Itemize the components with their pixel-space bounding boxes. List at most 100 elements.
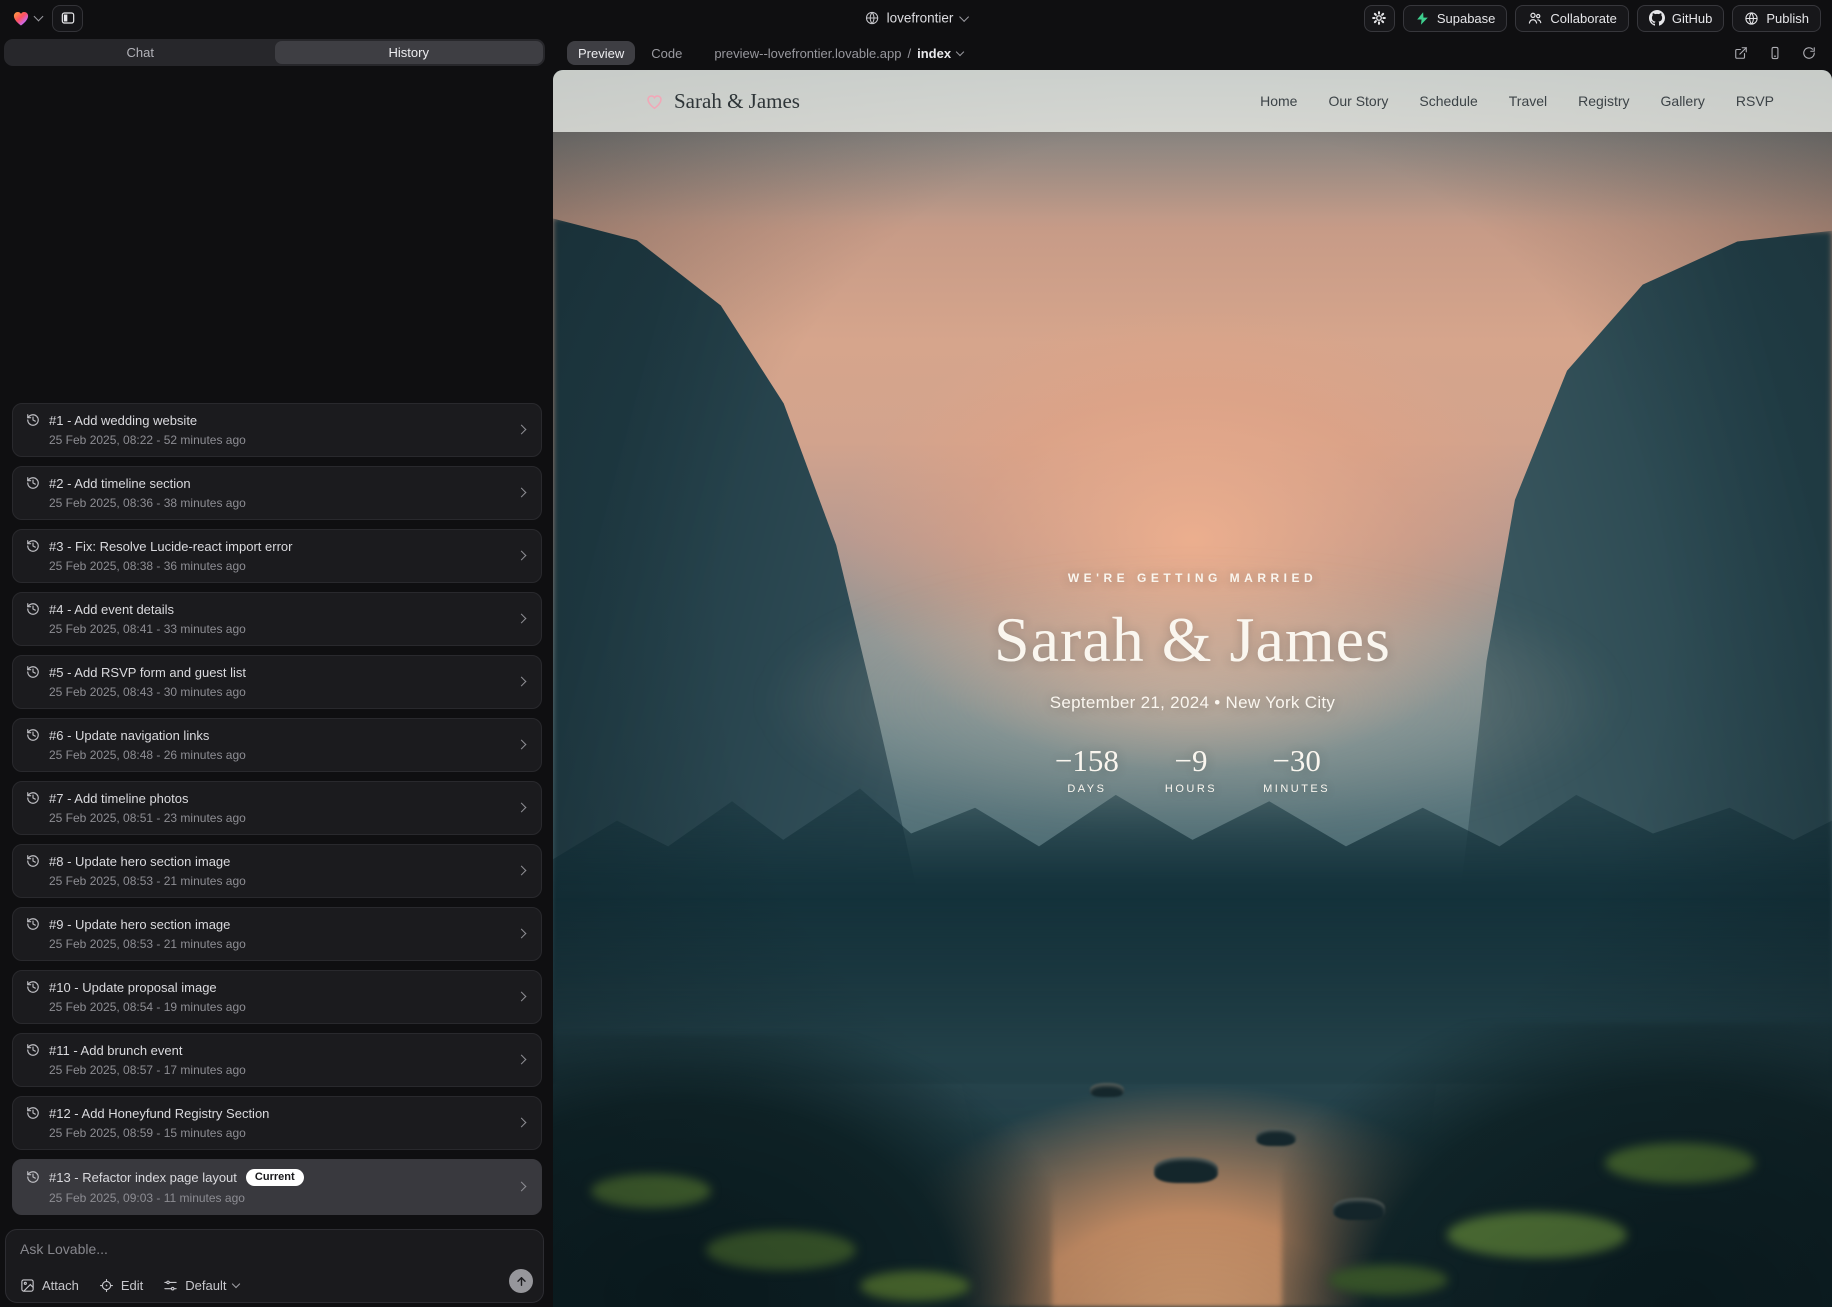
history-item[interactable]: #9 - Update hero section image 25 Feb 20… xyxy=(12,907,542,961)
mode-label: Default xyxy=(185,1278,226,1293)
preview-url[interactable]: preview--lovefrontier.lovable.app / inde… xyxy=(714,46,963,61)
smartphone-icon xyxy=(1768,46,1782,60)
chevron-right-icon xyxy=(517,613,527,623)
open-in-new-tab-button[interactable] xyxy=(1734,46,1748,60)
history-item-timestamp: 25 Feb 2025, 08:41 - 33 minutes ago xyxy=(49,622,507,636)
history-icon xyxy=(26,602,40,616)
attach-button[interactable]: Attach xyxy=(20,1278,79,1293)
history-item-timestamp: 25 Feb 2025, 08:53 - 21 minutes ago xyxy=(49,937,507,951)
chevron-right-icon xyxy=(517,1182,527,1192)
chevron-right-icon xyxy=(517,550,527,560)
chevron-right-icon xyxy=(517,865,527,875)
history-item[interactable]: #8 - Update hero section image 25 Feb 20… xyxy=(12,844,542,898)
history-item[interactable]: #1 - Add wedding website 25 Feb 2025, 08… xyxy=(12,403,542,457)
chevron-right-icon xyxy=(517,676,527,686)
history-item[interactable]: #3 - Fix: Resolve Lucide-react import er… xyxy=(12,529,542,583)
hero-title: Sarah & James xyxy=(553,603,1832,677)
countdown-value: −30 xyxy=(1263,743,1330,779)
chevron-down-icon xyxy=(232,1280,240,1288)
github-label: GitHub xyxy=(1672,11,1712,26)
panel-left-icon xyxy=(60,10,76,26)
history-icon xyxy=(26,917,40,931)
history-icon xyxy=(26,413,40,427)
top-bar: lovefrontier Supabase Collaborate xyxy=(0,0,1832,36)
sliders-icon xyxy=(163,1278,178,1293)
history-item-title: #12 - Add Honeyfund Registry Section xyxy=(49,1106,269,1121)
history-item-title: #4 - Add event details xyxy=(49,602,174,617)
history-item[interactable]: #2 - Add timeline section 25 Feb 2025, 0… xyxy=(12,466,542,520)
site-nav-link[interactable]: Gallery xyxy=(1661,93,1705,109)
countdown-item: −30 MINUTES xyxy=(1263,743,1330,795)
publish-button[interactable]: Publish xyxy=(1732,5,1821,32)
edit-button[interactable]: Edit xyxy=(99,1278,143,1293)
globe-icon xyxy=(865,11,880,26)
tab-code[interactable]: Code xyxy=(651,46,682,61)
select-target-icon xyxy=(99,1278,114,1293)
site-nav-link[interactable]: Travel xyxy=(1509,93,1547,109)
tab-chat[interactable]: Chat xyxy=(6,41,275,64)
refresh-icon xyxy=(1802,46,1816,60)
site-nav-link[interactable]: Schedule xyxy=(1419,93,1477,109)
site-preview-frame: Sarah & James Home Our Story Schedule Trave… xyxy=(553,70,1832,1307)
site-brand-name: Sarah & James xyxy=(674,89,800,114)
current-badge: Current xyxy=(246,1169,304,1186)
chevron-right-icon xyxy=(517,802,527,812)
lovable-logo-menu[interactable] xyxy=(11,8,42,28)
history-item[interactable]: #6 - Update navigation links 25 Feb 2025… xyxy=(12,718,542,772)
tab-preview[interactable]: Preview xyxy=(567,41,635,65)
history-list: #1 - Add wedding website 25 Feb 2025, 08… xyxy=(3,66,546,1225)
history-icon xyxy=(26,1043,40,1057)
history-item[interactable]: #13 - Refactor index page layout Current… xyxy=(12,1159,542,1215)
tab-history[interactable]: History xyxy=(275,41,544,64)
site-nav-link[interactable]: RSVP xyxy=(1736,93,1774,109)
publish-label: Publish xyxy=(1766,11,1809,26)
countdown-value: −158 xyxy=(1055,743,1119,779)
image-icon xyxy=(20,1278,35,1293)
sidebar-tabs: Chat History xyxy=(4,39,545,66)
history-item[interactable]: #4 - Add event details 25 Feb 2025, 08:4… xyxy=(12,592,542,646)
attach-label: Attach xyxy=(42,1278,79,1293)
external-link-icon xyxy=(1734,46,1748,60)
history-icon xyxy=(26,665,40,679)
countdown: −158 DAYS −9 HOURS −30 MINUTES xyxy=(553,743,1832,795)
site-brand[interactable]: Sarah & James xyxy=(645,89,800,114)
mode-selector[interactable]: Default xyxy=(163,1278,239,1293)
history-item-timestamp: 25 Feb 2025, 09:03 - 11 minutes ago xyxy=(49,1191,507,1205)
supabase-button[interactable]: Supabase xyxy=(1403,5,1508,32)
hero-eyebrow: WE'RE GETTING MARRIED xyxy=(553,571,1832,585)
history-icon xyxy=(26,1106,40,1120)
site-nav-link[interactable]: Home xyxy=(1260,93,1297,109)
ask-lovable-input[interactable] xyxy=(20,1241,480,1261)
github-button[interactable]: GitHub xyxy=(1637,5,1724,32)
site-nav-link[interactable]: Our Story xyxy=(1328,93,1388,109)
countdown-item: −158 DAYS xyxy=(1055,743,1119,795)
chevron-down-icon xyxy=(956,47,964,55)
send-button[interactable] xyxy=(509,1269,533,1293)
history-item-title: #2 - Add timeline section xyxy=(49,476,191,491)
history-item-timestamp: 25 Feb 2025, 08:22 - 52 minutes ago xyxy=(49,433,507,447)
chevron-right-icon xyxy=(517,487,527,497)
github-icon xyxy=(1649,10,1665,26)
history-item[interactable]: #12 - Add Honeyfund Registry Section 25 … xyxy=(12,1096,542,1150)
site-nav-link[interactable]: Registry xyxy=(1578,93,1629,109)
hero-copy: WE'RE GETTING MARRIED Sarah & James Sept… xyxy=(553,571,1832,795)
history-item-title: #9 - Update hero section image xyxy=(49,917,230,932)
project-selector[interactable]: lovefrontier xyxy=(865,11,968,26)
preview-url-domain: preview--lovefrontier.lovable.app xyxy=(714,46,901,61)
history-item[interactable]: #10 - Update proposal image 25 Feb 2025,… xyxy=(12,970,542,1024)
history-item-title: #1 - Add wedding website xyxy=(49,413,197,428)
history-item-title: #6 - Update navigation links xyxy=(49,728,209,743)
chevron-right-icon xyxy=(517,1054,527,1064)
toggle-sidebar-button[interactable] xyxy=(52,5,83,32)
history-item[interactable]: #7 - Add timeline photos 25 Feb 2025, 08… xyxy=(12,781,542,835)
collaborate-button[interactable]: Collaborate xyxy=(1515,5,1629,32)
countdown-item: −9 HOURS xyxy=(1165,743,1217,795)
history-icon xyxy=(26,791,40,805)
history-item-title: #10 - Update proposal image xyxy=(49,980,217,995)
settings-button[interactable] xyxy=(1364,5,1395,32)
history-item[interactable]: #11 - Add brunch event 25 Feb 2025, 08:5… xyxy=(12,1033,542,1087)
history-item[interactable]: #5 - Add RSVP form and guest list 25 Feb… xyxy=(12,655,542,709)
refresh-button[interactable] xyxy=(1802,46,1816,60)
mobile-view-button[interactable] xyxy=(1768,46,1782,60)
history-item-timestamp: 25 Feb 2025, 08:57 - 17 minutes ago xyxy=(49,1063,507,1077)
